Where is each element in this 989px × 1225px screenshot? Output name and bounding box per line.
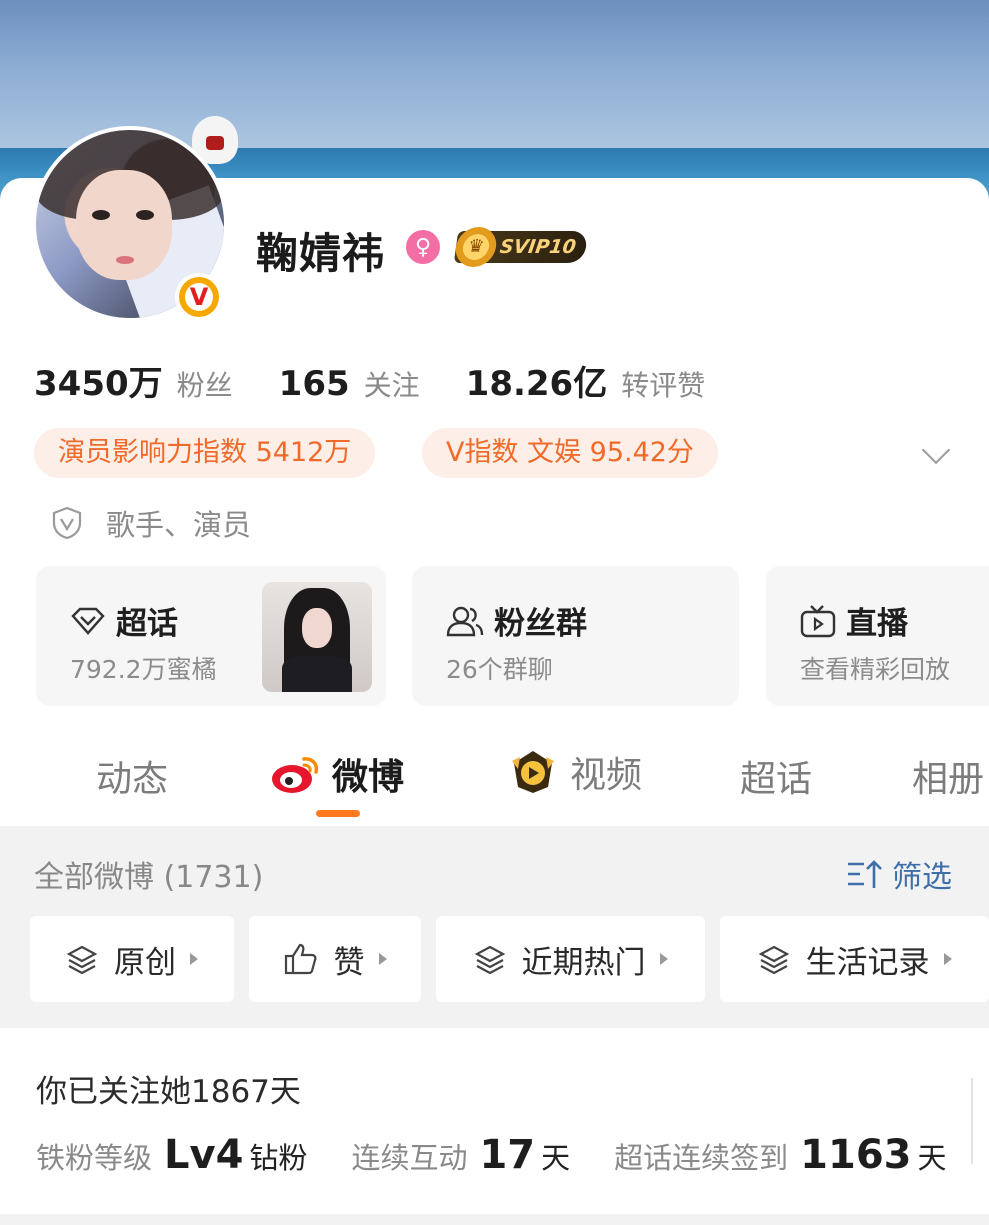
stat-interactions-label: 转评赞 — [621, 369, 706, 402]
svip-badge[interactable]: ♛ SVIP10 — [453, 227, 589, 267]
tab-weibo-label: 微博 — [332, 757, 405, 798]
stat-interactions[interactable]: 18.26亿 转评赞 — [466, 356, 706, 405]
tab-album[interactable]: 相册 — [912, 750, 984, 802]
supertopic-tile[interactable]: 超话 792.2万蜜橘 — [36, 566, 386, 706]
layers-icon — [474, 945, 505, 974]
layers-icon — [66, 945, 98, 974]
diamond-icon — [71, 607, 105, 635]
profession-tags: 歌手、演员 — [52, 502, 251, 544]
stats-row: 3450万 粉丝 165 关注 18.26亿 转评赞 — [34, 356, 751, 405]
fan-group-subtitle: 26个群聊 — [446, 655, 553, 684]
interaction-value: 17 — [479, 1132, 536, 1178]
active-tab-indicator — [316, 810, 360, 817]
tv-icon — [800, 604, 836, 637]
influence-index-pill[interactable]: 演员影响力指数 5412万 — [34, 428, 376, 478]
fan-level-label: 铁粉等级 — [36, 1141, 153, 1175]
tab-feed[interactable]: 动态 — [96, 750, 168, 802]
filter-button[interactable]: 筛选 — [846, 852, 952, 896]
tab-video-label: 视频 — [570, 755, 643, 796]
v-index-pill[interactable]: V指数 文娱 95.42分 — [422, 428, 718, 478]
fan-group-title: 粉丝群 — [494, 606, 587, 642]
profession-text: 歌手、演员 — [106, 508, 252, 542]
profile-tabs: 动态 微博 视频 超话 相册 — [0, 742, 989, 826]
checkin-unit: 天 — [917, 1141, 947, 1175]
filter-label: 筛选 — [892, 860, 952, 895]
chip-liked[interactable]: 赞 — [249, 916, 421, 1002]
cover-figure-detail — [206, 136, 224, 150]
shield-check-icon — [52, 506, 82, 540]
stat-interactions-value: 18.26亿 — [465, 364, 608, 404]
all-weibo-count: 全部微博 (1731) — [34, 860, 264, 895]
stat-fans-label: 粉丝 — [176, 369, 233, 402]
interaction-unit: 天 — [541, 1141, 571, 1175]
chip-life-label: 生活记录 — [805, 944, 930, 981]
fan-status-line: 铁粉等级 Lv4 钻粉 连续互动 17 天 超话连续签到 1163 天 — [36, 1132, 947, 1178]
live-title: 直播 — [846, 606, 908, 642]
fan-level-value: Lv4 — [164, 1132, 244, 1178]
weibo-logo-icon — [272, 757, 319, 793]
stat-following-label: 关注 — [363, 369, 420, 402]
fan-group-tile[interactable]: 粉丝群 26个群聊 — [412, 566, 739, 706]
verified-v-icon: V — [175, 273, 223, 321]
supertopic-photo — [262, 582, 372, 692]
stat-fans[interactable]: 3450万 粉丝 — [34, 356, 233, 405]
chip-trending-label: 近期热门 — [521, 944, 646, 981]
profile-name: 鞠婧祎 — [256, 229, 386, 278]
crown-icon: ♛ — [453, 227, 499, 267]
filter-sort-icon — [848, 860, 882, 888]
fan-level-suffix: 钻粉 — [249, 1141, 308, 1175]
supertopic-title: 超话 — [116, 606, 178, 642]
follow-duration: 你已关注她1867天 — [36, 1074, 301, 1110]
chip-life[interactable]: 生活记录 — [720, 916, 989, 1002]
live-tile[interactable]: 直播 查看精彩回放 — [766, 566, 989, 706]
chip-liked-label: 赞 — [333, 944, 365, 981]
video-badge-icon — [512, 751, 554, 793]
gender-female-icon: ♀ — [406, 230, 440, 264]
stat-following[interactable]: 165 关注 — [279, 364, 420, 404]
thumb-up-icon — [284, 943, 316, 975]
follow-status-card[interactable] — [0, 1028, 989, 1214]
tab-weibo[interactable]: 微博 — [270, 748, 404, 800]
chip-original-label: 原创 — [114, 944, 176, 981]
divider — [971, 1078, 973, 1164]
supertopic-subtitle: 792.2万蜜橘 — [70, 655, 217, 684]
checkin-value: 1163 — [800, 1132, 912, 1178]
layers-icon — [758, 945, 789, 974]
chip-trending[interactable]: 近期热门 — [436, 916, 705, 1002]
live-subtitle: 查看精彩回放 — [800, 655, 951, 684]
stat-following-value: 165 — [278, 364, 350, 404]
tab-supertopic[interactable]: 超话 — [740, 750, 812, 802]
stat-fans-value: 3450万 — [34, 364, 163, 404]
group-icon — [446, 606, 484, 636]
tab-video[interactable]: 视频 — [508, 746, 642, 798]
interaction-label: 连续互动 — [351, 1141, 468, 1175]
chip-original[interactable]: 原创 — [30, 916, 234, 1002]
checkin-label: 超话连续签到 — [614, 1141, 789, 1175]
